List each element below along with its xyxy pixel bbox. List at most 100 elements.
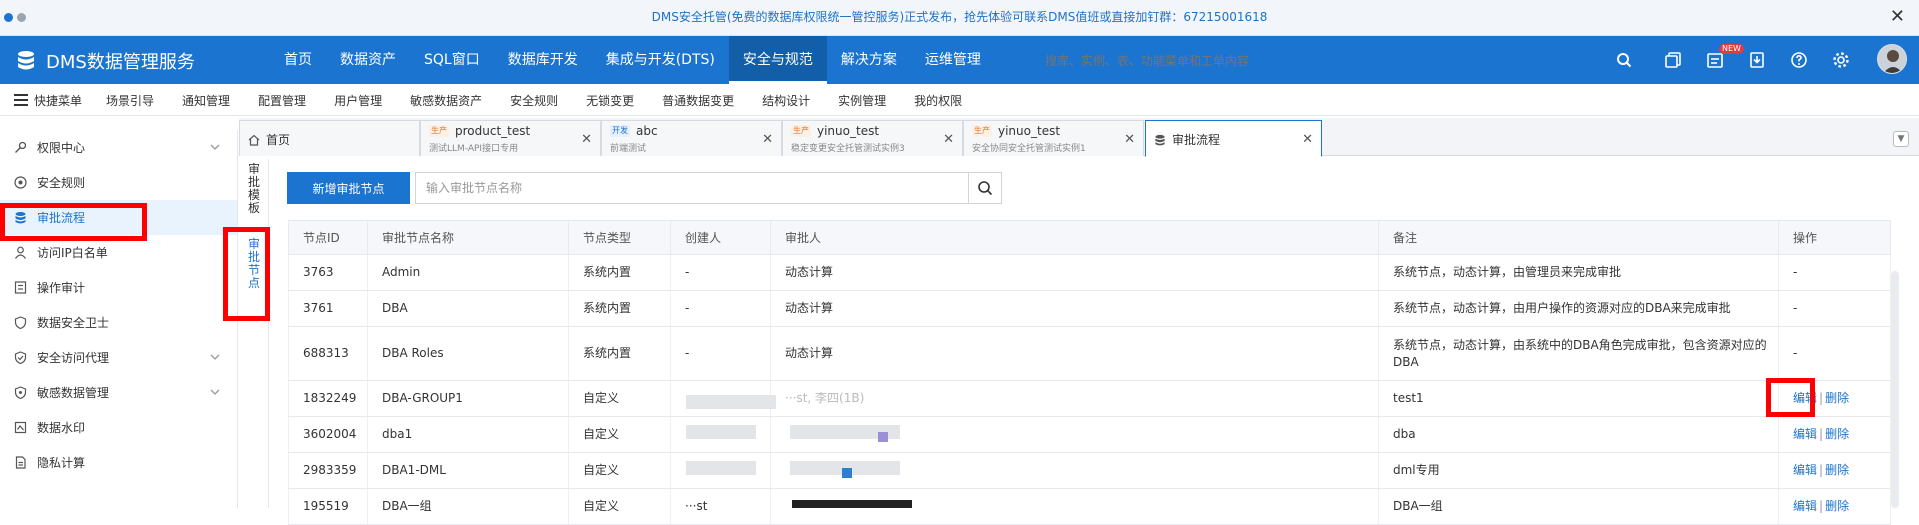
copy-icon[interactable]: [1664, 36, 1682, 84]
chevron-down-icon: [210, 144, 220, 150]
subnav-lockfree-change[interactable]: 无锁变更: [572, 92, 648, 109]
gear-icon[interactable]: [1832, 36, 1850, 84]
subnav-instance-mgmt[interactable]: 实例管理: [824, 92, 900, 109]
sidebar-item-privacy-compute[interactable]: 隐私计算: [0, 445, 237, 480]
cell-type: 自定义: [568, 416, 671, 453]
tab-approval-flow[interactable]: 审批流程 ✕: [1145, 120, 1322, 157]
redacted-block: [686, 395, 776, 409]
sidebar-item-label: 隐私计算: [37, 456, 86, 470]
sidebar-item-watermark[interactable]: 数据水印: [0, 410, 237, 445]
cell-ops: -: [1778, 290, 1891, 327]
global-search-input[interactable]: [1045, 50, 1635, 72]
subnav-schema-design[interactable]: 结构设计: [748, 92, 824, 109]
sidebar-item-label: 安全规则: [37, 176, 86, 190]
nav-dts[interactable]: 集成与开发(DTS): [592, 36, 729, 84]
download-icon[interactable]: [1748, 36, 1766, 84]
subnav-my-perms[interactable]: 我的权限: [900, 92, 976, 109]
sidebar-item-data-guard[interactable]: 数据安全卫士: [0, 305, 237, 340]
divider: |: [1819, 391, 1824, 405]
edit-link[interactable]: 编辑: [1793, 463, 1817, 477]
close-icon[interactable]: ✕: [943, 132, 954, 147]
tab-abc[interactable]: 开发 abc 前端测试 ✕: [601, 120, 782, 156]
sidebar-item-access-proxy[interactable]: 安全访问代理: [0, 340, 237, 375]
menu-icon: [14, 94, 28, 106]
shield-dot-icon: [14, 386, 27, 399]
subnav-user-mgmt[interactable]: 用户管理: [320, 92, 396, 109]
subnav-data-change[interactable]: 普通数据变更: [648, 92, 748, 109]
add-node-button[interactable]: 新增审批节点: [287, 172, 410, 204]
tab-approval-node[interactable]: 审批节点: [243, 238, 265, 290]
redacted-block: [686, 461, 756, 475]
cell-id: 2983359: [288, 452, 368, 489]
tab-title: yinuo_test: [998, 124, 1061, 138]
table-header: 节点ID 审批节点名称 节点类型 创建人 审批人 备注 操作: [288, 220, 1891, 255]
delete-link[interactable]: 删除: [1825, 391, 1849, 405]
delete-link[interactable]: 删除: [1825, 463, 1849, 477]
edit-link[interactable]: 编辑: [1793, 427, 1817, 441]
cell-type: 系统内置: [568, 290, 671, 327]
subnav-config-mgmt[interactable]: 配置管理: [244, 92, 320, 109]
sidebar-item-sensitive-mgmt[interactable]: 敏感数据管理: [0, 375, 237, 410]
home-icon: [248, 134, 260, 146]
global-search[interactable]: [1045, 50, 1635, 72]
cell-type: 自定义: [568, 488, 671, 525]
brand-logo[interactable]: DMS数据管理服务: [14, 48, 195, 74]
nav-security[interactable]: 安全与规范: [728, 36, 827, 84]
table-scrollbar[interactable]: [1891, 271, 1899, 508]
delete-link[interactable]: 删除: [1825, 427, 1849, 441]
nav-sql-window[interactable]: SQL窗口: [410, 36, 494, 84]
tab-home[interactable]: 首页: [239, 120, 420, 156]
cell-name: Admin: [367, 254, 569, 291]
edit-link[interactable]: 编辑: [1793, 391, 1817, 405]
nav-db-dev[interactable]: 数据库开发: [494, 36, 592, 84]
nav-ops[interactable]: 运维管理: [911, 36, 995, 84]
edit-link[interactable]: 编辑: [1793, 499, 1817, 513]
node-search[interactable]: [415, 172, 969, 204]
env-badge: 生产: [972, 125, 992, 137]
sidebar-item-audit[interactable]: 操作审计: [0, 270, 237, 305]
cell-name: DBA1-DML: [367, 452, 569, 489]
sidebar-item-label: 安全访问代理: [37, 351, 110, 365]
nav-data-assets[interactable]: 数据资产: [326, 36, 410, 84]
sidebar-item-approval-flow[interactable]: 审批流程: [0, 200, 237, 235]
search-icon[interactable]: [1616, 36, 1632, 84]
subnav-scene-guide[interactable]: 场景引导: [92, 92, 168, 109]
subnav-sensitive-assets[interactable]: 敏感数据资产: [396, 92, 496, 109]
subnav-notice-mgmt[interactable]: 通知管理: [168, 92, 244, 109]
delete-link[interactable]: 删除: [1825, 499, 1849, 513]
close-icon[interactable]: ✕: [762, 132, 773, 147]
node-search-input[interactable]: [416, 173, 968, 203]
search-button[interactable]: [969, 172, 1002, 204]
close-icon[interactable]: ✕: [1124, 132, 1135, 147]
help-icon[interactable]: [1790, 36, 1808, 84]
quick-menu-button[interactable]: 快捷菜单: [10, 92, 92, 109]
notice-text[interactable]: DMS安全托管(免费的数据库权限统一管控服务)正式发布，抢先体验可联系DMS值班…: [0, 0, 1919, 34]
tabs-more-button[interactable]: ▼: [1893, 131, 1909, 147]
sidebar-item-security-rules[interactable]: 安全规则: [0, 165, 237, 200]
tab-approval-template[interactable]: 审批模板: [243, 163, 265, 215]
sidebar-item-label: 数据安全卫士: [37, 316, 110, 330]
nav-solutions[interactable]: 解决方案: [827, 36, 911, 84]
cell-name: DBA-GROUP1: [367, 380, 569, 417]
close-icon[interactable]: ✕: [581, 132, 592, 147]
subnav-security-rules[interactable]: 安全规则: [496, 92, 572, 109]
table-row: 3763 Admin 系统内置 - 动态计算 系统节点，动态计算，由管理员来完成…: [288, 254, 1891, 291]
sidebar-item-ip-whitelist[interactable]: 访问IP白名单: [0, 235, 237, 270]
col-header-remark: 备注: [1378, 220, 1779, 255]
sidebar-item-label: 数据水印: [37, 421, 86, 435]
tab-yinuo-test-1[interactable]: 生产 yinuo_test 安全协同安全托管测试实例1 ✕: [963, 120, 1144, 156]
tab-yinuo-test-3[interactable]: 生产 yinuo_test 稳定变更安全托管测试实例3 ✕: [782, 120, 963, 156]
sidebar-item-perm-center[interactable]: 权限中心: [0, 130, 237, 165]
cell-id: 3763: [288, 254, 368, 291]
avatar[interactable]: [1877, 44, 1907, 74]
cell-approver: 动态计算: [770, 326, 1379, 381]
tab-product-test[interactable]: 生产 product_test 测试LLM-API接口专用 ✕: [420, 120, 601, 156]
chevron-down-icon: [210, 354, 220, 360]
cell-remark: DBA一组: [1378, 488, 1779, 525]
table-row: 3761 DBA 系统内置 - 动态计算 系统节点，动态计算，由用户操作的资源对…: [288, 290, 1891, 327]
close-icon[interactable]: ✕: [1302, 132, 1313, 147]
cell-approver: 动态计算: [770, 290, 1379, 327]
nav-home[interactable]: 首页: [270, 36, 326, 84]
close-icon[interactable]: ✕: [1890, 6, 1905, 27]
cell-ops: 编辑 | 删除: [1778, 416, 1891, 453]
